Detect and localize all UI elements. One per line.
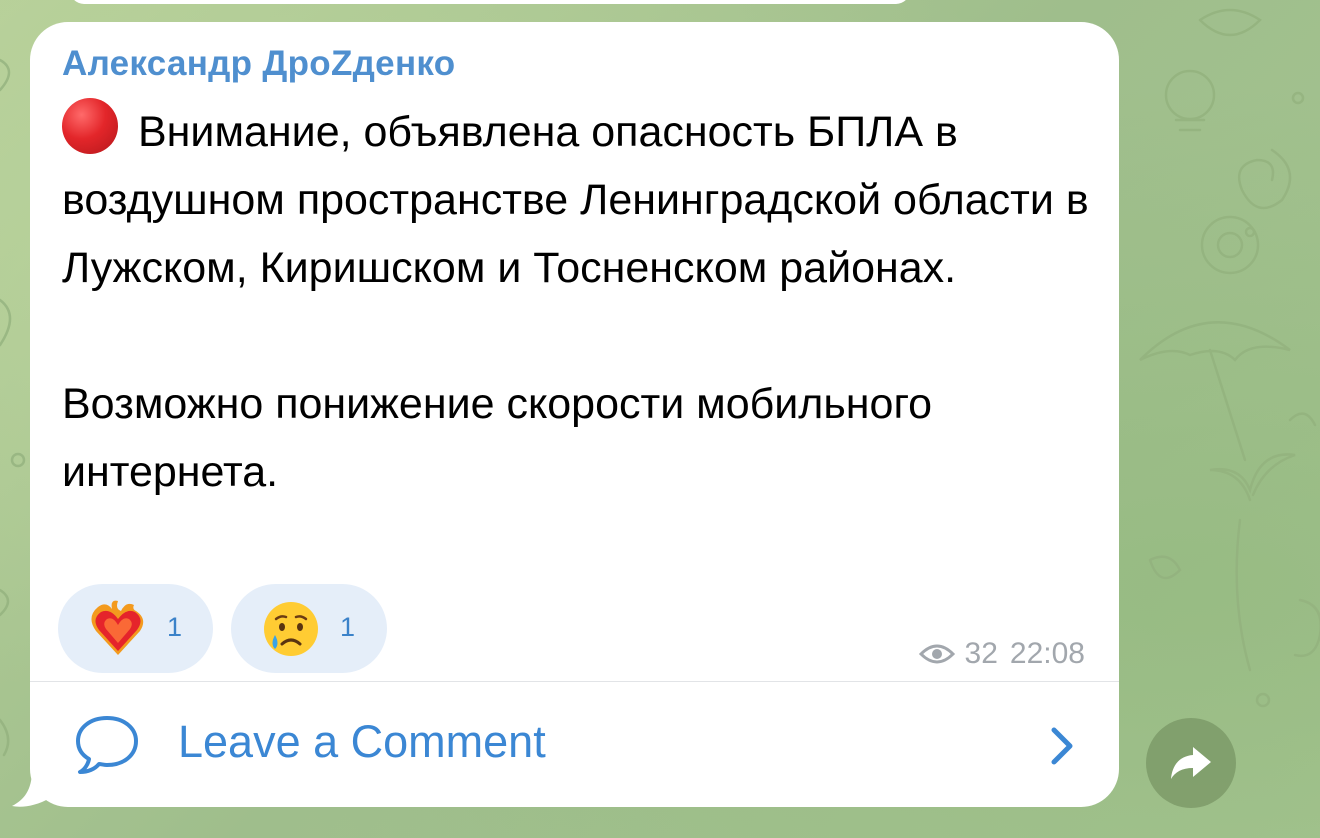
red-circle-icon (62, 98, 118, 154)
leave-comment-label: Leave a Comment (178, 716, 546, 767)
reaction-crying-face[interactable]: 1 (231, 584, 387, 673)
comment-bubble-icon (76, 716, 138, 774)
previous-message-bubble (70, 0, 910, 4)
reaction-count: 1 (167, 612, 183, 642)
message-time: 22:08 (1009, 637, 1085, 670)
message-meta: 32 22:08 (918, 636, 1085, 672)
message-bubble: Александр ДроZденко Внимание, объявлена … (30, 22, 1119, 807)
message-paragraph-text: Внимание, объявлена опасность БПЛА в воз… (62, 108, 1089, 292)
eye-icon (918, 644, 955, 664)
message-paragraph: Внимание, объявлена опасность БПЛА в воз… (62, 98, 1102, 302)
chevron-right-icon (1051, 727, 1073, 765)
reaction-count: 1 (340, 612, 356, 642)
share-forward-icon (1171, 747, 1211, 779)
share-button[interactable] (1146, 718, 1236, 808)
crying-face-icon (264, 602, 318, 656)
message-author[interactable]: Александр ДроZденко (62, 44, 455, 84)
view-count: 32 (964, 637, 998, 670)
heart-on-fire-icon (91, 600, 144, 655)
message-text: Внимание, объявлена опасность БПЛА в воз… (62, 98, 1102, 506)
leave-comment-button[interactable]: Leave a Comment (30, 682, 1119, 807)
message-paragraph: Возможно понижение скорости мобильного и… (62, 380, 933, 496)
reaction-heart-on-fire[interactable]: 1 (58, 584, 213, 673)
